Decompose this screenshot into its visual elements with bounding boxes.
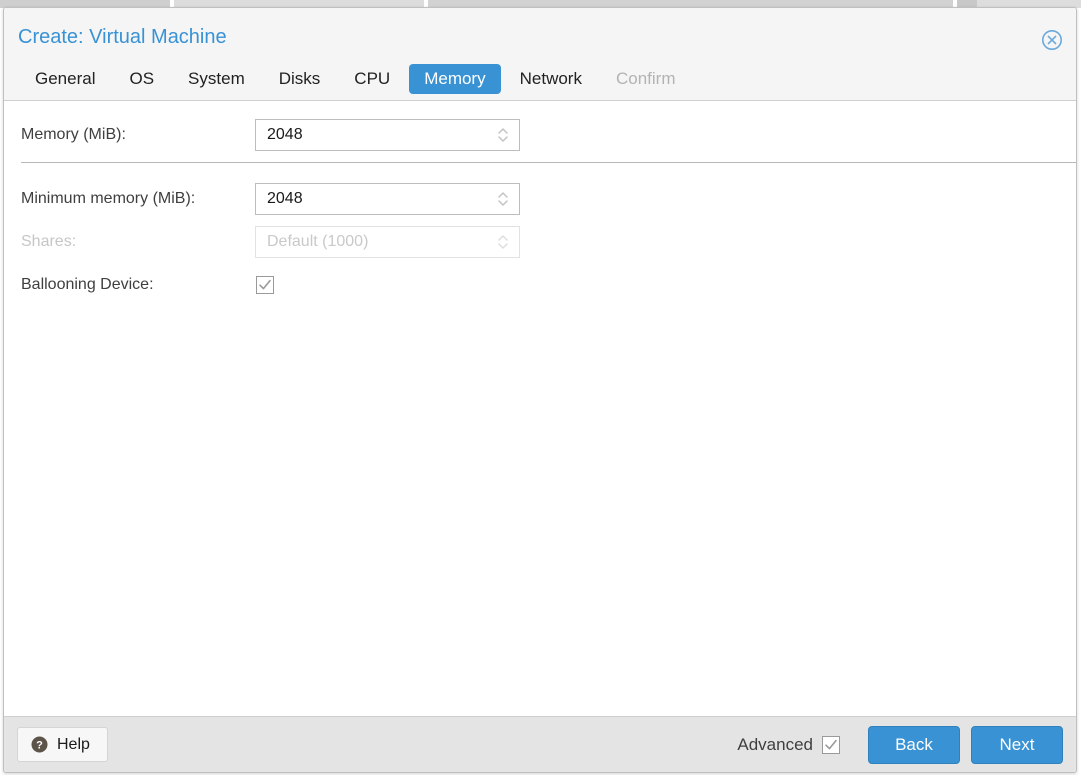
shares-row: Shares: Default (1000) [4,226,1076,258]
page-title: Create: Virtual Machine [18,26,227,48]
svg-text:?: ? [36,739,43,751]
minimum-memory-value: 2048 [267,190,303,207]
advanced-label: Advanced [737,734,813,754]
memory-input[interactable]: 2048 [255,119,520,151]
dialog-header: Create: Virtual Machine [4,8,1076,57]
help-button[interactable]: ? Help [17,727,108,762]
shares-label: Shares: [21,233,77,250]
tab-cpu[interactable]: CPU [339,64,405,94]
next-button[interactable]: Next [971,725,1063,764]
wizard-tab-bar: General OS System Disks CPU Memory Netwo… [4,57,1076,101]
memory-row: Memory (MiB): 2048 [4,119,1076,151]
help-button-label: Help [57,735,90,753]
ballooning-device-row: Ballooning Device: [4,270,1076,300]
ballooning-device-checkbox[interactable] [256,276,274,294]
advanced-toggle-group: Advanced [737,735,840,755]
dialog-body: Memory (MiB): 2048 Minimum memory (MiB):… [4,101,1076,716]
tab-general[interactable]: General [20,64,110,94]
tab-os[interactable]: OS [114,64,169,94]
shares-placeholder: Default (1000) [267,233,369,250]
shares-input: Default (1000) [255,226,520,258]
ballooning-device-label: Ballooning Device: [21,276,154,293]
dialog-footer: ? Help Advanced Back Next [4,716,1076,772]
back-button[interactable]: Back [868,725,960,764]
minimum-memory-label: Minimum memory (MiB): [21,190,196,207]
create-vm-dialog: Create: Virtual Machine General OS Syste… [3,7,1077,773]
tab-disks[interactable]: Disks [264,64,336,94]
minimum-memory-input[interactable]: 2048 [255,183,520,215]
close-icon[interactable] [1041,29,1063,51]
tab-memory[interactable]: Memory [409,63,501,94]
shares-stepper [496,231,510,253]
minimum-memory-row: Minimum memory (MiB): 2048 [4,183,1076,215]
tab-confirm: Confirm [615,68,676,88]
advanced-checkbox[interactable] [822,735,840,754]
memory-value: 2048 [267,126,303,143]
tab-network[interactable]: Network [505,64,597,94]
tab-system[interactable]: System [173,64,260,94]
memory-stepper[interactable] [496,124,510,146]
minimum-memory-stepper[interactable] [496,188,510,210]
memory-label: Memory (MiB): [21,126,126,143]
question-circle-icon: ? [31,736,48,753]
section-divider [21,162,1076,163]
